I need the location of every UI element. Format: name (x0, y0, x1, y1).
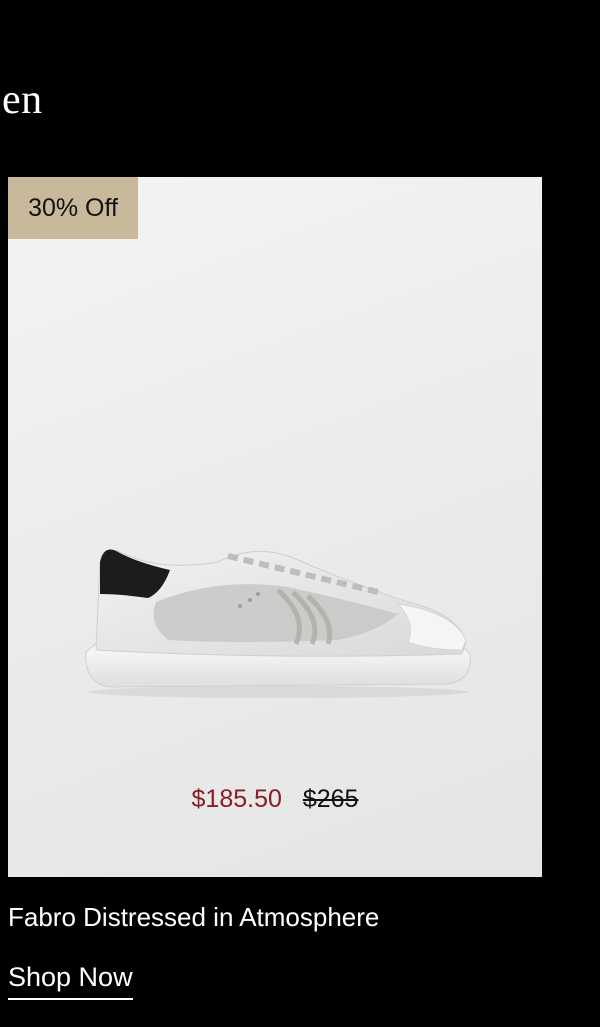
shop-now-link[interactable]: Shop Now (8, 958, 133, 1000)
price-row: $185.50 $265 (8, 782, 542, 816)
original-price: $265 (302, 785, 359, 813)
section-heading: en (2, 77, 43, 123)
product-image[interactable] (78, 532, 478, 702)
sale-price: $185.50 (191, 785, 282, 813)
product-name-link[interactable]: Fabro Distressed in Atmosphere (8, 898, 379, 936)
product-card[interactable]: 30% Off $185.50 $265 (8, 177, 542, 877)
discount-badge: 30% Off (8, 177, 138, 239)
